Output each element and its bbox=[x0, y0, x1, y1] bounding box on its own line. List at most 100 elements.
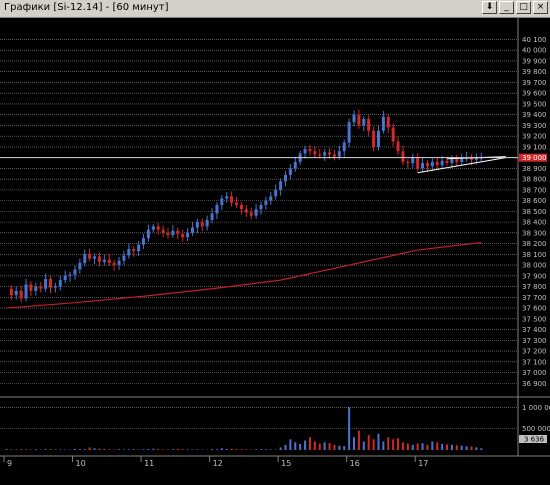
candle-up[interactable] bbox=[102, 259, 106, 262]
candle-down[interactable] bbox=[97, 256, 101, 262]
candle-up[interactable] bbox=[254, 209, 258, 216]
candle-down[interactable] bbox=[357, 114, 361, 126]
candle-up[interactable] bbox=[68, 274, 72, 276]
candle-up[interactable] bbox=[58, 280, 62, 287]
candle-up[interactable] bbox=[460, 158, 464, 162]
candle-up[interactable] bbox=[210, 213, 214, 220]
candle-down[interactable] bbox=[401, 151, 405, 162]
candle-down[interactable] bbox=[391, 127, 395, 142]
candle-down[interactable] bbox=[249, 212, 253, 216]
candle-up[interactable] bbox=[274, 189, 278, 197]
maximize-icon[interactable]: □ bbox=[516, 1, 531, 14]
candle-down[interactable] bbox=[372, 130, 376, 147]
candle-down[interactable] bbox=[332, 154, 336, 157]
candle-down[interactable] bbox=[39, 286, 43, 289]
candle-down[interactable] bbox=[166, 232, 170, 236]
candle-up[interactable] bbox=[279, 181, 283, 190]
candle-up[interactable] bbox=[186, 232, 190, 238]
candle-up[interactable] bbox=[259, 204, 263, 210]
candle-down[interactable] bbox=[318, 154, 322, 156]
candle-up[interactable] bbox=[440, 160, 444, 166]
candle-up[interactable] bbox=[303, 149, 307, 154]
candle-down[interactable] bbox=[425, 163, 429, 167]
candle-down[interactable] bbox=[239, 204, 243, 210]
candle-up[interactable] bbox=[44, 279, 48, 289]
candle-up[interactable] bbox=[73, 269, 77, 275]
candle-up[interactable] bbox=[14, 290, 18, 296]
candle-up[interactable] bbox=[293, 161, 297, 169]
candle-down[interactable] bbox=[49, 279, 53, 288]
candle-down[interactable] bbox=[455, 158, 459, 162]
candle-down[interactable] bbox=[88, 254, 92, 259]
candle-up[interactable] bbox=[362, 118, 366, 126]
candle-up[interactable] bbox=[323, 152, 327, 156]
candle-up[interactable] bbox=[430, 161, 434, 167]
close-icon[interactable]: × bbox=[533, 1, 548, 14]
candle-up[interactable] bbox=[195, 222, 199, 228]
minimize-icon[interactable]: _ bbox=[499, 1, 514, 14]
candle-down[interactable] bbox=[396, 141, 400, 152]
candle-up[interactable] bbox=[283, 174, 287, 182]
candle-down[interactable] bbox=[235, 202, 239, 205]
candle-up[interactable] bbox=[137, 244, 141, 252]
candle-up[interactable] bbox=[376, 130, 380, 147]
candle-up[interactable] bbox=[93, 256, 97, 259]
candles-layer[interactable] bbox=[9, 109, 483, 303]
y-tick-label: 39 200 bbox=[522, 133, 547, 141]
candle-down[interactable] bbox=[156, 226, 160, 230]
candle-up[interactable] bbox=[83, 254, 87, 263]
candle-down[interactable] bbox=[328, 152, 332, 155]
chart-area[interactable]: 36 900 37 000 37 100 37 200 37 300 37 400 37 5… bbox=[0, 18, 550, 485]
candle-up[interactable] bbox=[205, 219, 209, 227]
candle-down[interactable] bbox=[132, 248, 136, 252]
candle-down[interactable] bbox=[230, 196, 234, 203]
candle-up[interactable] bbox=[225, 196, 229, 199]
arrow-down-icon[interactable]: ⬇ bbox=[482, 1, 497, 14]
candle-up[interactable] bbox=[78, 262, 82, 270]
candle-down[interactable] bbox=[386, 116, 390, 128]
candle-up[interactable] bbox=[117, 260, 121, 266]
candle-down[interactable] bbox=[308, 149, 312, 152]
candle-down[interactable] bbox=[9, 288, 13, 296]
candle-down[interactable] bbox=[107, 259, 111, 263]
candle-up[interactable] bbox=[337, 151, 341, 157]
candle-up[interactable] bbox=[421, 163, 425, 169]
candle-up[interactable] bbox=[63, 275, 67, 281]
candle-down[interactable] bbox=[200, 222, 204, 227]
candle-up[interactable] bbox=[171, 230, 175, 236]
candle-down[interactable] bbox=[176, 230, 180, 234]
candle-up[interactable] bbox=[122, 255, 126, 261]
candle-up[interactable] bbox=[146, 229, 150, 239]
candle-up[interactable] bbox=[215, 204, 219, 214]
candle-down[interactable] bbox=[406, 161, 410, 164]
candle-up[interactable] bbox=[151, 226, 155, 230]
candle-up[interactable] bbox=[411, 157, 415, 164]
candle-down[interactable] bbox=[416, 157, 420, 169]
candle-up[interactable] bbox=[381, 116, 385, 131]
candle-up[interactable] bbox=[269, 196, 273, 201]
candle-up[interactable] bbox=[127, 248, 131, 256]
candle-down[interactable] bbox=[367, 118, 371, 131]
volume-bar bbox=[34, 449, 37, 450]
candle-down[interactable] bbox=[435, 161, 439, 166]
candle-up[interactable] bbox=[53, 286, 57, 288]
candle-down[interactable] bbox=[244, 209, 248, 213]
candle-up[interactable] bbox=[34, 286, 38, 291]
candle-down[interactable] bbox=[161, 229, 165, 233]
candle-up[interactable] bbox=[352, 114, 356, 123]
candle-down[interactable] bbox=[181, 233, 185, 238]
candle-up[interactable] bbox=[24, 284, 28, 299]
candle-up[interactable] bbox=[347, 122, 351, 143]
candle-down[interactable] bbox=[313, 151, 317, 155]
candle-up[interactable] bbox=[142, 238, 146, 245]
candle-down[interactable] bbox=[29, 284, 33, 291]
candle-up[interactable] bbox=[288, 168, 292, 175]
candle-up[interactable] bbox=[264, 200, 268, 205]
candle-down[interactable] bbox=[445, 160, 449, 164]
candle-up[interactable] bbox=[450, 158, 454, 164]
candle-up[interactable] bbox=[190, 227, 194, 233]
candle-down[interactable] bbox=[19, 290, 23, 299]
candle-up[interactable] bbox=[342, 142, 346, 152]
candle-down[interactable] bbox=[112, 262, 116, 266]
candle-up[interactable] bbox=[220, 198, 224, 205]
